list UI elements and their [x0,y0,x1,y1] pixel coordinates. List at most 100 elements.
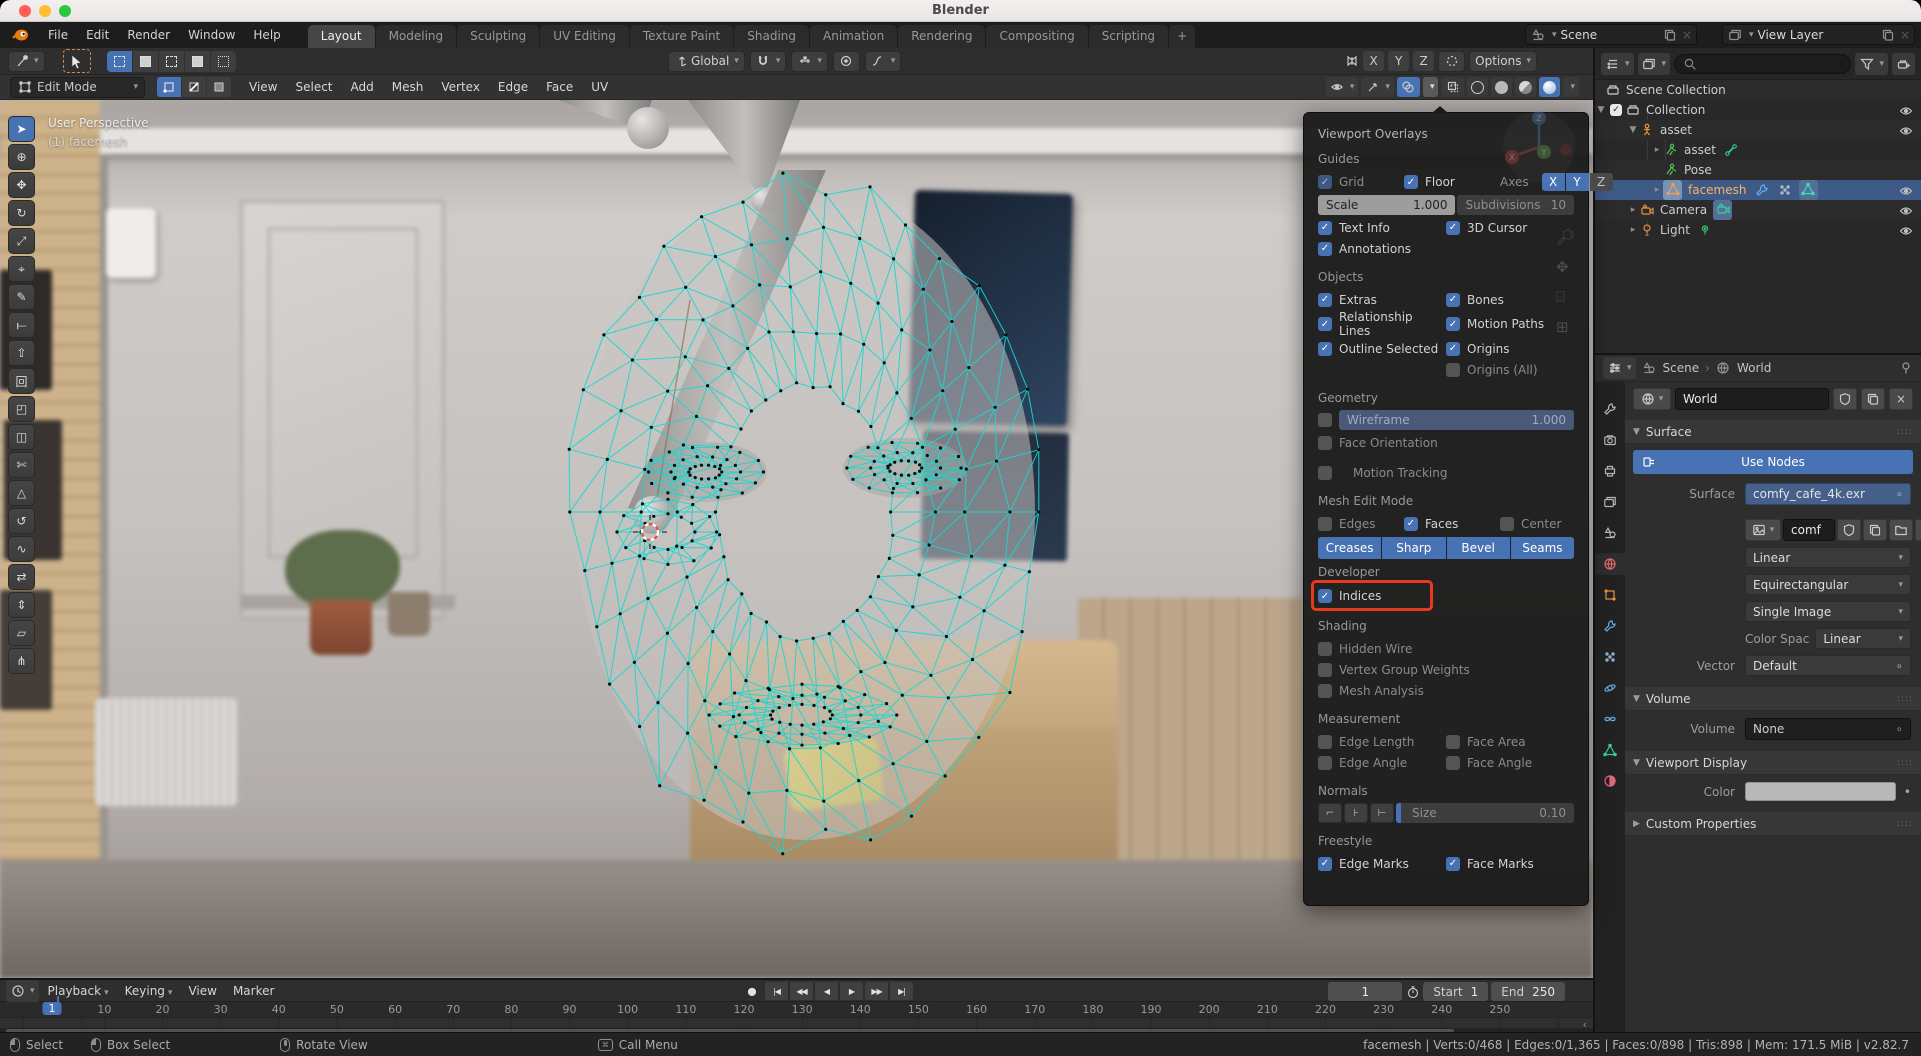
axis-x-button[interactable]: X [1542,173,1565,191]
menu-mesh[interactable]: Mesh [384,77,432,97]
workspace-tab-modeling[interactable]: Modeling [376,25,457,48]
tool-smooth-button[interactable]: ∿ [8,536,35,562]
mirror-y-button[interactable]: Y [1388,51,1409,71]
tool-measure-button[interactable]: ⟝ [8,312,35,338]
face-orientation-checkbox[interactable] [1318,436,1332,450]
falloff-dropdown[interactable]: ▾ [865,51,902,72]
gizmos-dropdown[interactable]: ▾ [1361,77,1394,97]
origins-checkbox[interactable] [1446,342,1460,356]
properties-tab-wrench[interactable] [1595,615,1625,637]
mesh-analysis-checkbox[interactable] [1318,684,1332,698]
outliner-row-pose[interactable]: Pose [1595,160,1921,180]
record-button[interactable]: ⬤ [740,982,763,1000]
image-datablock-dropdown[interactable]: ▾ [1745,519,1781,541]
outliner-row-facemesh[interactable]: ▸ facemesh [1595,180,1921,200]
menu-playback[interactable]: Playback▾ [41,982,116,1000]
bevel-button[interactable]: Bevel [1447,537,1510,559]
frame-tick-30[interactable]: 30 [214,1003,228,1016]
outliner-row-light[interactable]: ▸ Light [1595,220,1921,240]
snap-dashed-circle-button[interactable] [1438,51,1465,72]
shading-dropdown[interactable]: ▾ [1563,77,1579,97]
outliner-row-asset-pose[interactable]: ▸ asset [1595,140,1921,160]
faces-checkbox[interactable] [1404,517,1418,531]
zoom-icon[interactable]: 🔎︎ [1556,228,1575,246]
shading-solid-button[interactable] [1491,77,1512,97]
snap-target-dropdown[interactable]: ▾ [791,51,828,72]
view-layer-selector[interactable]: ▾ View Layer × [1722,24,1915,45]
outliner-search-input[interactable] [1674,54,1851,74]
image-unlink-button[interactable]: × [1915,519,1921,541]
tool-transform-button[interactable]: ⌖ [8,256,35,282]
tool-extrude-region-button[interactable]: ⇧ [8,340,35,366]
tool-rotate-button[interactable]: ↻ [8,200,35,226]
tool-cursor-button[interactable]: ⊕ [8,144,35,170]
shading-rendered-button[interactable] [1539,77,1560,97]
frame-tick-190[interactable]: 190 [1141,1003,1162,1016]
tool-annotate-button[interactable]: ✎ [8,284,35,310]
vector-button[interactable]: Default∘ [1745,655,1911,676]
frame-tick-180[interactable]: 180 [1082,1003,1103,1016]
eye-icon[interactable] [1898,123,1913,138]
properties-tab-output[interactable] [1595,460,1625,482]
mode-dropdown[interactable]: Edit Mode ▾ [10,77,145,98]
current-frame-field[interactable]: 1 [1328,982,1402,1001]
relationship-lines-checkbox[interactable] [1318,317,1332,331]
close-icon[interactable]: × [1900,28,1910,42]
edge-select-button[interactable] [182,77,206,97]
end-frame-field[interactable]: End250 [1491,982,1565,1001]
new-copy-button[interactable] [1861,388,1885,410]
menu-view-timeline[interactable]: View [181,982,223,1000]
frame-tick-60[interactable]: 60 [388,1003,402,1016]
vertex-normals-button[interactable]: ⌐ [1318,803,1342,823]
shading-material-button[interactable] [1515,77,1536,97]
menu-face[interactable]: Face [538,77,581,97]
frame-tick-80[interactable]: 80 [504,1003,518,1016]
volume-field[interactable]: None∘ [1745,718,1911,740]
previous-keyframe-button[interactable]: ◀◀ [790,982,813,1000]
xray-toggle[interactable] [1441,77,1464,97]
view-layer-name[interactable]: View Layer [1758,28,1877,42]
tool-rip-region-button[interactable]: ⋔ [8,648,35,674]
workspace-tab-texture-paint[interactable]: Texture Paint [630,25,733,48]
collection-checkbox[interactable] [1610,104,1622,116]
playhead[interactable] [57,996,59,1006]
breadcrumb-world[interactable]: World [1737,361,1771,375]
workspace-tab-compositing[interactable]: Compositing [986,25,1087,48]
eye-icon[interactable] [1898,203,1913,218]
frame-tick-110[interactable]: 110 [675,1003,696,1016]
face-angle-checkbox[interactable] [1446,756,1460,770]
grid-scale-slider[interactable]: Scale1.000 [1318,195,1455,215]
eye-icon[interactable] [1898,223,1913,238]
seams-button[interactable]: Seams [1511,537,1574,559]
mirror-z-button[interactable]: Z [1413,51,1434,71]
blender-logo-icon[interactable] [12,28,29,42]
face-marks-checkbox[interactable] [1446,857,1460,871]
properties-tab-physics[interactable] [1595,677,1625,699]
eye-icon[interactable] [1898,183,1913,198]
workspace-tab-scripting[interactable]: Scripting [1089,25,1168,48]
snapping-toggle[interactable]: ▾ [750,51,787,72]
wireframe-slider[interactable]: Wireframe1.000 [1339,410,1574,430]
grid-subdivisions-field[interactable]: Subdivisions10 [1457,195,1574,215]
sharp-button[interactable]: Sharp [1382,537,1445,559]
select-intersect-button[interactable] [211,51,236,72]
overlays-toggle[interactable] [1397,77,1420,97]
wireframe-checkbox[interactable] [1318,413,1332,427]
face-normals-button[interactable]: ⊢ [1370,803,1394,823]
custom-properties-panel-header[interactable]: ▶Custom Properties:::: [1625,812,1921,836]
text-info-checkbox[interactable] [1318,221,1332,235]
frame-tick-220[interactable]: 220 [1315,1003,1336,1016]
indices-checkbox[interactable] [1318,589,1332,603]
outliner-row-asset-armature[interactable]: ▼ asset [1595,120,1921,140]
editor-type-dropdown[interactable]: ▾ [1603,357,1636,379]
menu-keying[interactable]: Keying▾ [118,982,180,1000]
properties-tab-meshdata[interactable] [1595,739,1625,761]
close-icon[interactable]: × [1682,28,1692,42]
frame-tick-240[interactable]: 240 [1431,1003,1452,1016]
frame-tick-210[interactable]: 210 [1257,1003,1278,1016]
center-checkbox[interactable] [1500,517,1514,531]
edges-checkbox[interactable] [1318,517,1332,531]
ortho-toggle-icon[interactable]: ⊞ [1556,318,1569,336]
tool-loop-cut-button[interactable]: ◫ [8,424,35,450]
frame-tick-160[interactable]: 160 [966,1003,987,1016]
